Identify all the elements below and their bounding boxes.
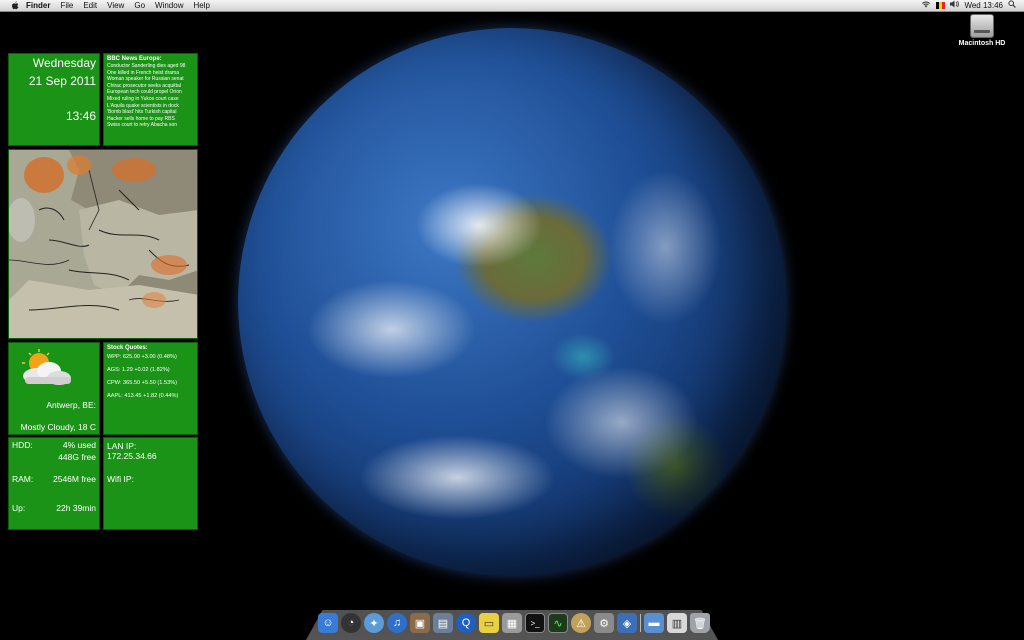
news-title: BBC News Europe: — [107, 56, 162, 62]
news-item[interactable]: Hacker sells home to pay RBS — [107, 116, 194, 123]
widget-time: 13:46 — [65, 109, 96, 123]
system-stats-widget: HDD: 4% used 448G free RAM: 2546M free U… — [8, 437, 100, 530]
documents-stack-icon[interactable]: ▥ — [667, 613, 687, 633]
network-widget: LAN IP: 172.25.34.66 Wifi IP: — [103, 437, 198, 530]
stickies-icon[interactable]: ▭ — [479, 613, 499, 633]
macintosh-hd-drive[interactable]: Macintosh HD — [952, 14, 1012, 47]
menubar-clock[interactable]: Wed 13:46 — [964, 0, 1003, 11]
hdd-free: 448G free — [58, 452, 96, 462]
stock-quote: AAPL: 413.45 +1.82 (0.44%) — [107, 393, 179, 399]
hdd-used: 4% used — [62, 440, 96, 450]
stock-quote: AGS: 1.29 +0.02 (1.82%) — [107, 367, 170, 373]
terminal-icon[interactable]: >_ — [525, 613, 545, 633]
menu-window[interactable]: Window — [155, 0, 183, 11]
quicktime-icon[interactable]: Q — [456, 613, 476, 633]
volume-icon[interactable] — [950, 0, 960, 11]
weather-condition: Mostly Cloudy, 18 C — [20, 422, 96, 432]
news-item[interactable]: Woman speaker for Russian senat — [107, 76, 194, 83]
weather-location: Antwerp, BE: — [46, 400, 96, 410]
ram-free: 2546M free — [53, 474, 96, 484]
news-item[interactable]: Chirac prosecutor seeks acquittal — [107, 83, 194, 90]
full-date: 21 Sep 2011 — [28, 74, 96, 88]
preview-icon[interactable]: ▤ — [433, 613, 453, 633]
news-item[interactable]: Mixed ruling in Yukos court case — [107, 96, 194, 103]
trash-icon[interactable]: 🗑 — [690, 613, 710, 633]
apple-logo-icon[interactable] — [10, 0, 20, 11]
europe-map — [9, 150, 197, 338]
ram-label: RAM: — [12, 474, 34, 484]
stock-quote: CPW: 365.50 +5.50 (1.53%) — [107, 380, 178, 386]
hdd-label: HDD: — [12, 440, 33, 450]
news-widget: BBC News Europe: Conductor Sanderling di… — [103, 53, 198, 146]
menu-finder[interactable]: Finder — [26, 0, 50, 11]
spotlight-search-icon[interactable] — [1008, 0, 1016, 11]
news-item[interactable]: 'Bomb blast' hits Turkish capital — [107, 109, 194, 116]
wifi-icon[interactable] — [921, 0, 931, 11]
uptime-label: Up: — [12, 503, 26, 513]
hard-drive-icon — [970, 14, 994, 38]
news-item[interactable]: One killed in French heist drama — [107, 70, 194, 77]
earth-wallpaper — [238, 28, 786, 576]
uptime-value: 22h 39min — [56, 503, 96, 513]
stock-quote: WPP: 625.00 +3.00 (0.48%) — [107, 354, 177, 360]
partly-cloudy-sun-icon — [22, 349, 71, 385]
virtualbox-icon[interactable]: ◈ — [617, 613, 637, 633]
stocks-title: Stock Quotes: — [107, 345, 148, 351]
news-item[interactable]: Conductor Sanderling dies aged 98 — [107, 63, 194, 70]
menu-help[interactable]: Help — [193, 0, 209, 11]
news-item[interactable]: European tech could propel Orion — [107, 89, 194, 96]
itunes-icon[interactable]: ♫ — [387, 613, 407, 633]
safari-compass-icon[interactable]: ✦ — [364, 613, 384, 633]
drive-label: Macintosh HD — [958, 40, 1006, 47]
weather-widget: Antwerp, BE: Mostly Cloudy, 18 C — [8, 342, 100, 435]
folder-icon[interactable]: ▬ — [644, 613, 664, 633]
stocks-widget: Stock Quotes: WPP: 625.00 +3.00 (0.48%) … — [103, 342, 198, 435]
wifi-ip-label: Wifi IP: — [107, 474, 134, 484]
menu-view[interactable]: View — [107, 0, 124, 11]
dock-separator — [640, 614, 641, 632]
lan-ip-label: LAN IP: — [107, 441, 137, 451]
dashboard-icon[interactable]: ◔ — [341, 613, 361, 633]
news-item[interactable]: Swiss court to retry Abacha son — [107, 122, 194, 129]
menu-go[interactable]: Go — [134, 0, 145, 11]
menu-edit[interactable]: Edit — [83, 0, 97, 11]
news-item[interactable]: L'Aquila quake scientists in dock — [107, 103, 194, 110]
weekday: Wednesday — [32, 56, 96, 70]
calculator-icon[interactable]: ▦ — [502, 613, 522, 633]
menu-bar: Finder File Edit View Go Window Help Wed… — [0, 0, 1024, 12]
activity-monitor-icon[interactable]: ∿ — [548, 613, 568, 633]
date-widget: Wednesday 21 Sep 2011 13:46 — [8, 53, 100, 146]
gear-icon[interactable]: ⚙ — [594, 613, 614, 633]
belgium-flag-icon[interactable] — [936, 2, 946, 9]
dock: ☺ ◔ ✦ ♫ ▣ ▤ Q ▭ ▦ >_ ∿ ⚠ ⚙ ◈ ▬ ▥ 🗑 — [318, 612, 710, 634]
finder-icon[interactable]: ☺ — [318, 613, 338, 633]
console-icon[interactable]: ⚠ — [571, 613, 591, 633]
lan-ip-value: 172.25.34.66 — [107, 451, 157, 461]
menu-file[interactable]: File — [60, 0, 73, 11]
weather-radar-map — [8, 149, 198, 339]
iphoto-icon[interactable]: ▣ — [410, 613, 430, 633]
